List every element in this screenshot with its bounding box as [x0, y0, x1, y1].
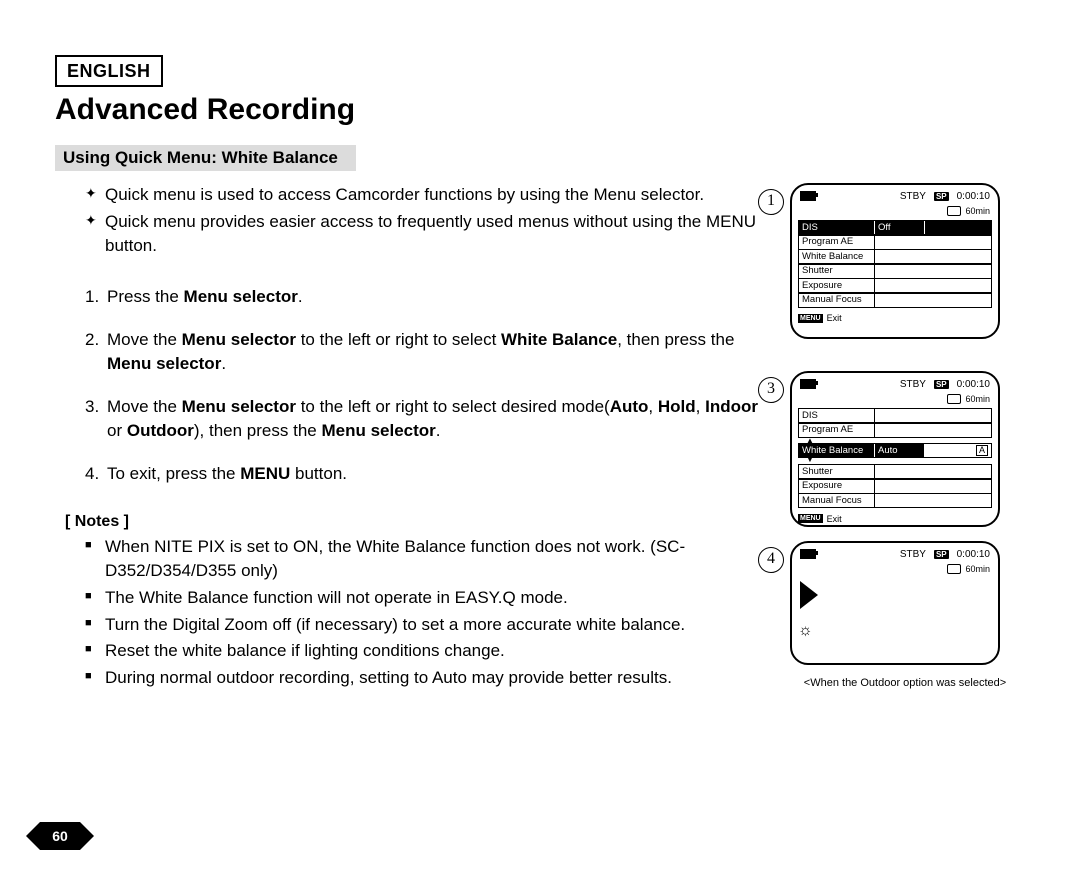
menu-item: Exposure — [799, 480, 875, 493]
figure-number: 3 — [758, 377, 784, 403]
sp-badge: SP — [934, 192, 949, 201]
menu-item: Program AE — [799, 236, 875, 249]
figure-number: 4 — [758, 547, 784, 573]
page-number: 60 — [52, 828, 68, 844]
remaining-time: 60min — [965, 564, 990, 574]
step-item: Move the Menu selector to the left or ri… — [85, 395, 758, 444]
outdoor-sun-icon: ☼ — [798, 623, 992, 639]
menu-item: DIS — [799, 409, 875, 422]
menu-item: Shutter — [799, 465, 875, 478]
figure-number: 1 — [758, 189, 784, 215]
note-item: The White Balance function will not oper… — [85, 586, 758, 611]
notes-list: When NITE PIX is set to ON, the White Ba… — [85, 535, 758, 691]
battery-icon — [800, 379, 816, 389]
menu-value: Auto — [875, 444, 925, 457]
menu-item: Program AE — [799, 424, 875, 437]
menu-item: Shutter — [799, 265, 875, 278]
intro-item: Quick menu is used to access Camcorder f… — [85, 183, 758, 208]
figure-caption: <When the Outdoor option was selected> — [770, 677, 1040, 689]
quick-menu: DISOff Program AE White Balance Shutter … — [798, 220, 992, 308]
remaining-time: 60min — [965, 206, 990, 216]
note-item: During normal outdoor recording, setting… — [85, 666, 758, 691]
camcorder-screen: STBY SP 0:00:10 60min DISOff Program AE Wh… — [790, 183, 1000, 339]
exit-label: Exit — [827, 313, 842, 323]
note-item: Reset the white balance if lighting cond… — [85, 639, 758, 664]
chevron-down-icon: ▼ — [798, 456, 992, 464]
menu-item: Manual Focus — [799, 494, 875, 507]
step-item: Press the Menu selector. — [85, 285, 758, 310]
remaining-time: 60min — [965, 394, 990, 404]
auto-icon: A — [976, 445, 988, 456]
menu-item: Exposure — [799, 279, 875, 292]
note-item: When NITE PIX is set to ON, the White Ba… — [85, 535, 758, 584]
tape-icon — [947, 564, 961, 574]
intro-item: Quick menu provides easier access to fre… — [85, 210, 758, 259]
status-stby: STBY — [900, 379, 926, 390]
tape-icon — [947, 206, 961, 216]
steps-list: Press the Menu selector. Move the Menu s… — [85, 285, 758, 487]
timecode: 0:00:10 — [957, 549, 990, 560]
record-indicator-icon — [800, 581, 818, 609]
sp-badge: SP — [934, 550, 949, 559]
battery-icon — [800, 191, 816, 201]
figure-4: 4 STBYSP0:00:10 60min ☼ — [790, 541, 1000, 665]
page-number-badge: 60 — [40, 822, 80, 850]
status-stby: STBY — [900, 191, 926, 202]
section-heading: Using Quick Menu: White Balance — [55, 145, 356, 171]
notes-label: [ Notes ] — [65, 513, 758, 531]
note-item: Turn the Digital Zoom off (if necessary)… — [85, 613, 758, 638]
timecode: 0:00:10 — [957, 191, 990, 202]
exit-label: Exit — [827, 514, 842, 524]
language-badge: ENGLISH — [55, 55, 163, 87]
figure-1: 1 STBYSP0:00:10 60min DISOff Program AE … — [790, 183, 1000, 339]
intro-list: Quick menu is used to access Camcorder f… — [85, 183, 758, 259]
battery-icon — [800, 549, 816, 559]
menu-item: DIS — [799, 221, 875, 234]
menu-item: Manual Focus — [799, 294, 875, 307]
menu-value: Off — [875, 221, 925, 234]
tape-icon — [947, 394, 961, 404]
figure-3: 3 STBYSP0:00:10 60min DIS Program AE ▲ W… — [790, 371, 1000, 527]
camcorder-screen: STBYSP0:00:10 60min DIS Program AE ▲ Whi… — [790, 371, 1000, 527]
menu-tag-icon: MENU — [798, 514, 823, 523]
menu-item: White Balance — [799, 250, 875, 263]
camcorder-screen: STBY SP 0:00:10 60min ☼ — [790, 541, 1000, 665]
status-stby: STBY — [900, 549, 926, 560]
menu-tag-icon: MENU — [798, 314, 823, 323]
timecode: 0:00:10 — [957, 379, 990, 390]
step-item: To exit, press the MENU button. — [85, 462, 758, 487]
step-item: Move the Menu selector to the left or ri… — [85, 328, 758, 377]
sp-badge: SP — [934, 380, 949, 389]
figure-column: 1 STBYSP0:00:10 60min DISOff Program AE … — [770, 183, 1040, 717]
page-title: Advanced Recording — [55, 93, 1040, 127]
quick-menu: DIS Program AE ▲ White BalanceAutoA ▼ Sh… — [798, 408, 992, 508]
